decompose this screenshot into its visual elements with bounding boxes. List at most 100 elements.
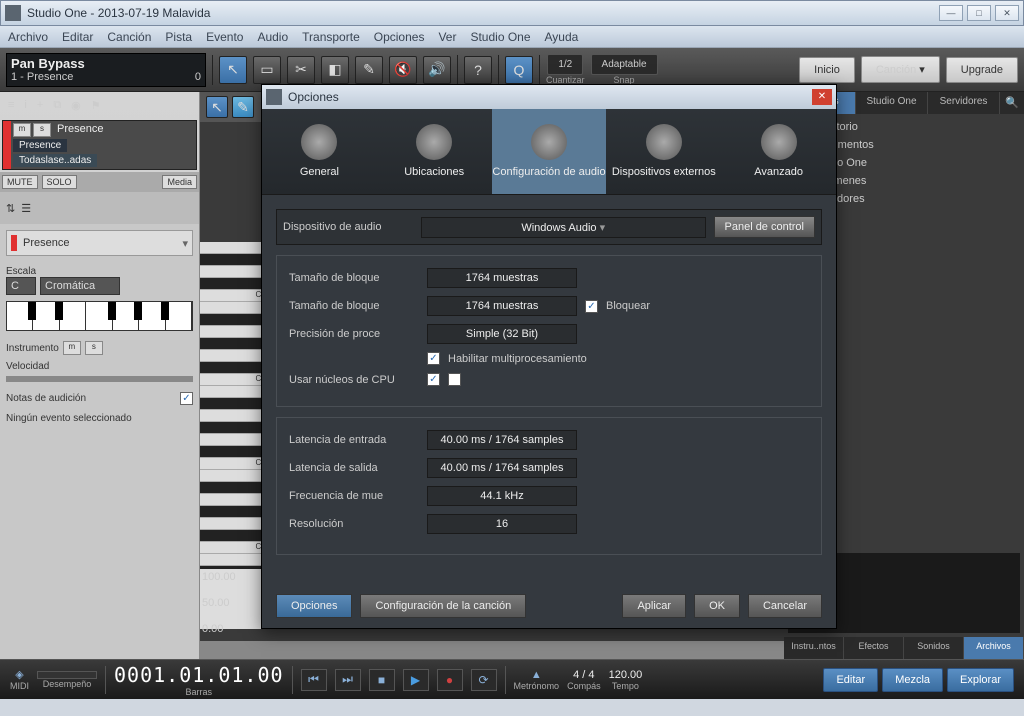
cpu-core2-checkbox[interactable] — [448, 373, 461, 386]
menu-icon[interactable]: ≡ — [8, 99, 14, 111]
split-tool-icon[interactable]: ✂ — [287, 56, 315, 84]
snap-value[interactable]: Adaptable — [591, 54, 658, 75]
dtab-dispositivos[interactable]: Dispositivos externos — [606, 109, 721, 194]
btab-archivos[interactable]: Archivos — [964, 637, 1024, 659]
maximize-button[interactable]: □ — [967, 5, 991, 21]
btab-instrumentos[interactable]: Instru..ntos — [784, 637, 844, 659]
btab-efectos[interactable]: Efectos — [844, 637, 904, 659]
block2-value[interactable]: 1764 muestras — [427, 296, 577, 316]
center-paint-tool-icon[interactable]: ✎ — [232, 96, 254, 118]
speaker-icon — [531, 124, 567, 160]
metronome-icon[interactable]: ▲ — [531, 669, 542, 681]
mute-tool-icon[interactable]: 🔇 — [389, 56, 417, 84]
group-icon[interactable]: ◉ — [71, 99, 81, 112]
global-mute[interactable]: MUTE — [2, 175, 38, 189]
sort-icon[interactable]: ⇅ — [6, 202, 15, 215]
h-scrollbar[interactable] — [200, 641, 784, 659]
inicio-button[interactable]: Inicio — [799, 57, 855, 83]
aplicar-button[interactable]: Aplicar — [622, 594, 686, 618]
cancelar-button[interactable]: Cancelar — [748, 594, 822, 618]
mute-icon[interactable]: m — [13, 123, 31, 137]
track-row[interactable]: m s Presence Presence Todaslase..adas — [2, 120, 197, 170]
dtab-avanzado[interactable]: Avanzado — [721, 109, 836, 194]
stop-icon[interactable]: ■ — [369, 669, 395, 691]
opciones-button[interactable]: Opciones — [276, 594, 352, 618]
menu-evento[interactable]: Evento — [206, 30, 243, 44]
record-icon[interactable]: ● — [437, 669, 463, 691]
flag-icon[interactable]: ⚑ — [91, 99, 101, 112]
play-icon[interactable]: ▶ — [403, 669, 429, 691]
menu-pista[interactable]: Pista — [165, 30, 192, 44]
drive-icon — [416, 124, 452, 160]
dialog-close-icon[interactable]: ✕ — [812, 89, 832, 105]
cancion-button[interactable]: Canción ▾ — [861, 56, 940, 83]
add-icon[interactable]: + — [37, 99, 43, 111]
explorar-button[interactable]: Explorar — [947, 668, 1014, 692]
dropdown-icon[interactable]: ▾ — [182, 237, 188, 250]
upgrade-button[interactable]: Upgrade — [946, 57, 1018, 83]
inst-mute-icon[interactable]: m — [63, 341, 81, 355]
menu-ver[interactable]: Ver — [438, 30, 456, 44]
search-icon[interactable]: 🔍 — [1000, 92, 1024, 114]
quantize-icon[interactable]: Q — [505, 56, 533, 84]
ok-button[interactable]: OK — [694, 594, 740, 618]
track-header[interactable]: Pan Bypass 1 - Presence0 — [6, 53, 206, 87]
transport-bar: ◈ MIDI Desempeño 0001.01.01.00 Barras ⏮ … — [0, 659, 1024, 699]
tab-studio-one[interactable]: Studio One — [856, 92, 928, 114]
multiproc-checkbox[interactable]: ✓ — [427, 352, 440, 365]
cpu-core1-checkbox[interactable]: ✓ — [427, 373, 440, 386]
solo-icon[interactable]: s — [33, 123, 51, 137]
key-input[interactable] — [6, 277, 36, 295]
editar-button[interactable]: Editar — [823, 668, 878, 692]
quantize-value[interactable]: 1/2 — [547, 54, 583, 75]
center-arrow-tool-icon[interactable]: ↖ — [206, 96, 228, 118]
info-icon[interactable]: i — [24, 99, 26, 111]
bloquear-checkbox[interactable]: ✓ — [585, 300, 598, 313]
close-button[interactable]: ✕ — [995, 5, 1019, 21]
menu-audio[interactable]: Audio — [257, 30, 288, 44]
loop-icon[interactable]: ⟳ — [471, 669, 497, 691]
bloquear-label: Bloquear — [606, 300, 650, 312]
barras-label: Barras — [186, 687, 213, 697]
range-tool-icon[interactable]: ▭ — [253, 56, 281, 84]
dtab-ubicaciones[interactable]: Ubicaciones — [377, 109, 492, 194]
btab-sonidos[interactable]: Sonidos — [904, 637, 964, 659]
duplicate-icon[interactable]: ⧉ — [53, 99, 61, 112]
time-display[interactable]: 0001.01.01.00 — [114, 663, 284, 687]
global-solo[interactable]: SOLO — [42, 175, 77, 189]
arrow-tool-icon[interactable]: ↖ — [219, 56, 247, 84]
perf-label: Desempeño — [43, 679, 92, 689]
pencil-tool-icon[interactable]: ✎ — [355, 56, 383, 84]
precision-value[interactable]: Simple (32 Bit) — [427, 324, 577, 344]
menu-opciones[interactable]: Opciones — [374, 30, 425, 44]
help-icon[interactable]: ? — [464, 56, 492, 84]
compas-value[interactable]: 4 / 4 — [573, 669, 594, 681]
menu-ayuda[interactable]: Ayuda — [545, 30, 579, 44]
listen-tool-icon[interactable]: 🔊 — [423, 56, 451, 84]
config-cancion-button[interactable]: Configuración de la canción — [360, 594, 526, 618]
inst-solo-icon[interactable]: s — [85, 341, 103, 355]
menu-archivo[interactable]: Archivo — [8, 30, 48, 44]
panel-control-button[interactable]: Panel de control — [714, 216, 816, 238]
block1-value[interactable]: 1764 muestras — [427, 268, 577, 288]
media-button[interactable]: Media — [162, 175, 197, 189]
mezcla-button[interactable]: Mezcla — [882, 668, 943, 692]
menu-transporte[interactable]: Transporte — [302, 30, 360, 44]
menu-studio-one[interactable]: Studio One — [470, 30, 530, 44]
eraser-tool-icon[interactable]: ◧ — [321, 56, 349, 84]
dtab-general[interactable]: General — [262, 109, 377, 194]
list-icon[interactable]: ☰ — [21, 202, 31, 215]
tab-servidores[interactable]: Servidores — [928, 92, 1000, 114]
device-dropdown[interactable]: Windows Audio — [421, 217, 706, 238]
dtab-audio[interactable]: Configuración de audio — [492, 109, 607, 194]
rewind-icon[interactable]: ⏮ — [301, 669, 327, 691]
tempo-value[interactable]: 120.00 — [609, 669, 643, 681]
minimize-button[interactable]: — — [939, 5, 963, 21]
menu-editar[interactable]: Editar — [62, 30, 93, 44]
notas-checkbox[interactable]: ✓ — [180, 392, 193, 405]
midi-icon[interactable]: ◈ — [15, 668, 23, 681]
scale-input[interactable] — [40, 277, 120, 295]
dialog-titlebar[interactable]: Opciones ✕ — [262, 85, 836, 109]
menu-cancion[interactable]: Canción — [107, 30, 151, 44]
ffwd-icon[interactable]: ⏭ — [335, 669, 361, 691]
